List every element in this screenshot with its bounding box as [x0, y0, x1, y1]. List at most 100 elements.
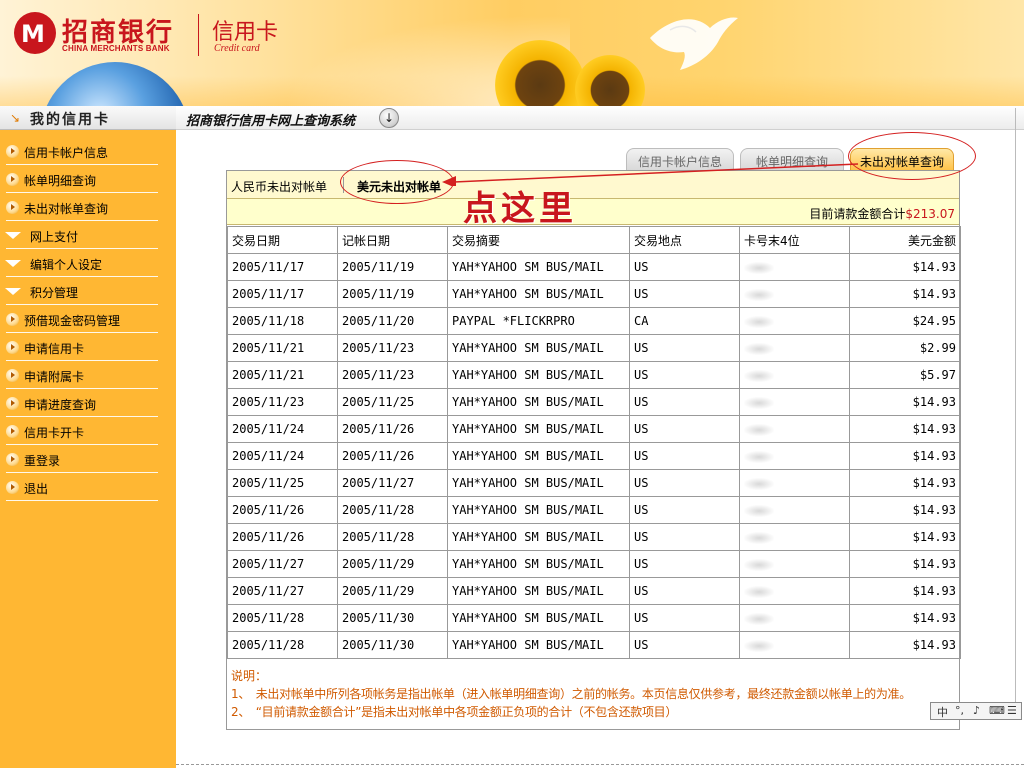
sidebar-item[interactable]: 编辑个人设定	[0, 250, 176, 277]
total-bar: 目前请款金额合计$213.07	[227, 199, 959, 225]
annotation-circle	[340, 160, 454, 204]
note-line: 2、 “目前请款金额合计”是指未出对帐单中各项金额正负项的合计（不包含还款项目）	[231, 705, 678, 719]
card-last4-cell	[739, 280, 850, 308]
card-last4-cell	[739, 523, 850, 551]
annotation-circle	[848, 132, 976, 180]
notes-title: 说明：	[231, 669, 268, 683]
table-cell: 2005/11/30	[337, 604, 448, 632]
table-cell: $14.93	[849, 388, 961, 416]
table-cell: 2005/11/23	[337, 334, 448, 362]
redacted-blur	[744, 504, 774, 517]
annotation-text: 点这里	[463, 189, 577, 229]
content-bottom-border	[176, 764, 1024, 765]
arrow-bullet-icon	[6, 173, 19, 186]
arrow-bullet-icon	[6, 425, 19, 438]
table-cell: US	[629, 604, 740, 632]
table-cell: $14.93	[849, 280, 961, 308]
sidebar-item[interactable]: 信用卡开卡	[0, 418, 176, 445]
table-cell: 2005/11/28	[227, 604, 338, 632]
ime-chinese-icon[interactable]: 中	[937, 704, 948, 720]
system-title-bar: 招商银行信用卡网上查询系统 ↓	[176, 106, 1024, 130]
redacted-blur	[744, 261, 774, 274]
ime-keyboard-icon[interactable]: ⌨	[989, 704, 1005, 717]
table-cell: 2005/11/28	[337, 523, 448, 551]
table-cell: YAH*YAHOO SM BUS/MAIL	[447, 577, 630, 605]
table-cell: US	[629, 631, 740, 659]
card-last4-cell	[739, 334, 850, 362]
sidebar-item[interactable]: 预借现金密码管理	[0, 306, 176, 333]
arrow-down-icon[interactable]: ↓	[379, 108, 399, 128]
sidebar-item[interactable]: 网上支付	[0, 222, 176, 249]
column-header: 交易日期	[227, 226, 338, 254]
arrow-bullet-icon	[6, 397, 19, 410]
table-cell: 2005/11/28	[227, 631, 338, 659]
table-cell: US	[629, 361, 740, 389]
sidebar: 信用卡帐户信息帐单明细查询 未出对帐单查询网上支付 编辑个人设定 积分管理 预借现金密码…	[0, 130, 176, 768]
redacted-blur	[744, 639, 774, 652]
table-row: 2005/11/24 2005/11/26 YAH*YAHOO SM BUS/MAI…	[227, 442, 961, 470]
table-cell: $14.93	[849, 469, 961, 497]
sidebar-item-label: 信用卡开卡	[24, 426, 85, 440]
note-line: 1、 未出对帐单中所列各项帐务是指出帐单（进入帐单明细查询）之前的帐务。本页信息…	[231, 687, 911, 701]
redacted-blur	[744, 450, 774, 463]
table-cell: YAH*YAHOO SM BUS/MAIL	[447, 604, 630, 632]
table-cell: US	[629, 415, 740, 443]
table-row: 2005/11/27 2005/11/29 YAH*YAHOO SM BUS/MAI…	[227, 577, 961, 605]
table-cell: YAH*YAHOO SM BUS/MAIL	[447, 253, 630, 281]
table-cell: US	[629, 253, 740, 281]
sidebar-item[interactable]: 退出	[0, 474, 176, 501]
table-cell: YAH*YAHOO SM BUS/MAIL	[447, 496, 630, 524]
sidebar-divider	[6, 220, 158, 221]
table-cell: YAH*YAHOO SM BUS/MAIL	[447, 361, 630, 389]
sidebar-item[interactable]: 重登录	[0, 446, 176, 473]
card-last4-cell	[739, 442, 850, 470]
table-cell: YAH*YAHOO SM BUS/MAIL	[447, 388, 630, 416]
table-cell: $14.93	[849, 253, 961, 281]
chevron-down-icon	[5, 288, 21, 295]
sidebar-divider	[6, 248, 158, 249]
chevron-down-icon	[5, 260, 21, 267]
globe-image	[40, 62, 190, 106]
table-cell: YAH*YAHOO SM BUS/MAIL	[447, 442, 630, 470]
sidebar-divider	[6, 164, 158, 165]
arrow-bullet-icon	[6, 481, 19, 494]
sidebar-item[interactable]: 帐单明细查询	[0, 166, 176, 193]
sidebar-item-label: 帐单明细查询	[24, 174, 97, 188]
card-last4-cell	[739, 415, 850, 443]
redacted-blur	[744, 396, 774, 409]
column-header: 卡号末4位	[739, 226, 850, 254]
table-cell: 2005/11/19	[337, 253, 448, 281]
table-row: 2005/11/21 2005/11/23 YAH*YAHOO SM BUS/MAI…	[227, 334, 961, 362]
total-label: 目前请款金额合计	[809, 207, 906, 221]
ime-punct-icon[interactable]: °,	[955, 704, 964, 717]
sidebar-item[interactable]: 未出对帐单查询	[0, 194, 176, 221]
ime-toolbar[interactable]: 中 °, ♪ ⌨ ☰	[930, 702, 1022, 720]
table-cell: 2005/11/20	[337, 307, 448, 335]
table-row: 2005/11/21 2005/11/23 YAH*YAHOO SM BUS/MAI…	[227, 361, 961, 389]
table-cell: 2005/11/27	[227, 550, 338, 578]
card-last4-cell	[739, 631, 850, 659]
redacted-blur	[744, 585, 774, 598]
content-right-border	[1015, 108, 1016, 708]
table-cell: $14.93	[849, 496, 961, 524]
table-cell: YAH*YAHOO SM BUS/MAIL	[447, 631, 630, 659]
table-cell: 2005/11/17	[227, 253, 338, 281]
sidebar-item[interactable]: 申请进度查询	[0, 390, 176, 417]
table-cell: $14.93	[849, 577, 961, 605]
table-cell: $14.93	[849, 550, 961, 578]
table-cell: $14.93	[849, 523, 961, 551]
table-cell: $14.93	[849, 442, 961, 470]
notes: 说明： 1、 未出对帐单中所列各项帐务是指出帐单（进入帐单明细查询）之前的帐务。…	[231, 667, 957, 721]
sidebar-item[interactable]: 申请附属卡	[0, 362, 176, 389]
sidebar-item-label: 退出	[24, 482, 49, 496]
redacted-blur	[744, 369, 774, 382]
table-cell: 2005/11/17	[227, 280, 338, 308]
subtab-rmb-statement[interactable]: 人民币未出对帐单	[231, 178, 327, 195]
card-last4-cell	[739, 496, 850, 524]
sidebar-item-label: 未出对帐单查询	[24, 202, 109, 216]
ime-note-icon[interactable]: ♪	[973, 704, 980, 717]
ime-menu-icon[interactable]: ☰	[1007, 704, 1017, 717]
sidebar-item[interactable]: 信用卡帐户信息	[0, 138, 176, 165]
sidebar-item[interactable]: 积分管理	[0, 278, 176, 305]
sidebar-item[interactable]: 申请信用卡	[0, 334, 176, 361]
